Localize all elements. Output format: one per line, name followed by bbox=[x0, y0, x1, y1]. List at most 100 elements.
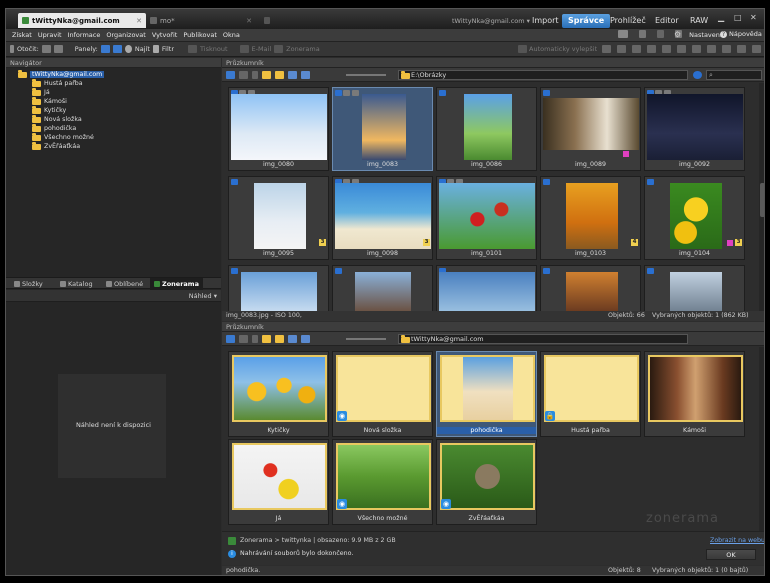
text-icon[interactable] bbox=[707, 45, 716, 53]
image-thumbnail[interactable]: 3 img_0104 bbox=[644, 176, 745, 260]
panel-right-icon[interactable] bbox=[112, 45, 122, 53]
image-thumbnail-partial[interactable] bbox=[228, 265, 329, 311]
zoom-slider[interactable] bbox=[346, 338, 386, 340]
view-mode-icon[interactable] bbox=[301, 71, 310, 79]
image-thumbnail-partial[interactable] bbox=[436, 265, 537, 311]
image-thumbnail[interactable]: 4 img_0103 bbox=[540, 176, 641, 260]
menu-windows[interactable]: Okna bbox=[223, 31, 240, 39]
zonerama-button[interactable]: Zonerama bbox=[286, 45, 320, 53]
tab-zonerama[interactable]: Zonerama bbox=[150, 278, 203, 290]
album-thumbnail[interactable]: Já bbox=[228, 439, 329, 525]
menu-get[interactable]: Získat bbox=[12, 31, 32, 39]
settings-button[interactable]: ⚙ Nastavení bbox=[674, 30, 722, 39]
minimize-button[interactable]: ▁ bbox=[718, 13, 724, 22]
close-icon[interactable]: ✕ bbox=[246, 17, 252, 25]
tree-folder-kamosi[interactable]: Kámoši bbox=[32, 96, 67, 106]
tree-folder-vsechno-mozne[interactable]: Všechno možné bbox=[32, 132, 94, 142]
album-thumbnail[interactable]: Kytičky bbox=[228, 351, 329, 437]
back-icon[interactable] bbox=[226, 335, 235, 343]
explorer-top-path[interactable]: E:\Obrázky bbox=[398, 70, 688, 80]
menu-create[interactable]: Vytvořit bbox=[152, 31, 178, 39]
levels-icon[interactable] bbox=[632, 45, 641, 53]
show-on-web-link[interactable]: Zobrazit na webu bbox=[710, 537, 764, 544]
image-thumbnail[interactable]: img_0101 bbox=[436, 176, 537, 260]
explorer-top-scrollbar[interactable] bbox=[759, 83, 764, 311]
tree-folder-husta-parba[interactable]: Hustá pařba bbox=[32, 78, 83, 88]
new-folder-icon[interactable] bbox=[275, 71, 284, 79]
tree-root-account[interactable]: tWittyNka@gmail.com bbox=[18, 69, 105, 79]
help-button[interactable]: ? Nápověda bbox=[720, 30, 762, 38]
album-thumbnail[interactable]: ◉ ZvĚřáaťkáa bbox=[436, 439, 537, 525]
print-button[interactable]: Tisknout bbox=[200, 45, 228, 53]
mode-tab-viewer[interactable]: Prohlížeč bbox=[604, 14, 652, 28]
refresh-icon[interactable] bbox=[693, 71, 702, 79]
color-icon[interactable] bbox=[647, 45, 656, 53]
tree-folder-kyticky[interactable]: Kytičky bbox=[32, 105, 66, 115]
document-tab-account[interactable]: tWittyNka@gmail.com ✕ bbox=[18, 13, 146, 28]
tree-folder-nova-slozka[interactable]: Nová složka bbox=[32, 114, 82, 124]
rotate-right-icon[interactable] bbox=[53, 45, 63, 53]
image-thumbnail-partial[interactable] bbox=[540, 265, 641, 311]
ok-button[interactable]: OK bbox=[706, 549, 756, 560]
tree-folder-pohodicka[interactable]: pohodička bbox=[32, 123, 76, 133]
menu-publish[interactable]: Publikovat bbox=[183, 31, 217, 39]
tab-catalog[interactable]: Katalog bbox=[56, 278, 97, 290]
forward-icon[interactable] bbox=[239, 335, 248, 343]
tab-favorites[interactable]: Oblíbené bbox=[102, 278, 147, 290]
search-input[interactable]: ⌕ bbox=[706, 70, 762, 80]
find-button[interactable]: Najít bbox=[135, 45, 150, 53]
monitor-icon[interactable] bbox=[618, 30, 628, 38]
filter-icon[interactable] bbox=[152, 45, 159, 53]
album-thumbnail[interactable]: ◉ Nová složka bbox=[332, 351, 433, 437]
new-folder-icon[interactable] bbox=[275, 335, 284, 343]
back-icon[interactable] bbox=[226, 71, 235, 79]
up-icon[interactable] bbox=[252, 335, 258, 343]
tree-folder-zviratka[interactable]: ZvĚřáaťkáa bbox=[32, 141, 80, 151]
redeye-icon[interactable] bbox=[692, 45, 701, 53]
edit-icon[interactable] bbox=[602, 45, 611, 53]
grid-icon[interactable] bbox=[657, 30, 664, 38]
image-thumbnail[interactable]: img_0089 bbox=[540, 87, 641, 171]
album-thumbnail-selected[interactable]: pohodička bbox=[436, 351, 537, 437]
effects-icon[interactable] bbox=[737, 45, 746, 53]
sharpen-icon[interactable] bbox=[677, 45, 686, 53]
image-thumbnail[interactable]: img_0086 bbox=[436, 87, 537, 171]
mode-tab-editor[interactable]: Editor bbox=[649, 14, 685, 28]
image-thumbnail[interactable]: 3 img_0098 bbox=[332, 176, 433, 260]
folder-up-icon[interactable] bbox=[262, 71, 271, 79]
frame-icon[interactable] bbox=[722, 45, 731, 53]
view-mode-icon[interactable] bbox=[301, 335, 310, 343]
sort-icon[interactable] bbox=[288, 71, 297, 79]
account-selector[interactable]: tWittyNka@gmail.com ▾ bbox=[446, 14, 536, 28]
more-icon[interactable] bbox=[752, 45, 761, 53]
menu-edit[interactable]: Upravit bbox=[38, 31, 62, 39]
tab-folders[interactable]: Složky bbox=[10, 278, 47, 290]
scrollbar-thumb[interactable] bbox=[760, 183, 764, 217]
menu-organize[interactable]: Organizovat bbox=[106, 31, 145, 39]
image-thumbnail[interactable]: 3 img_0095 bbox=[228, 176, 329, 260]
explorer-bottom-path[interactable]: tWittyNka@gmail.com bbox=[398, 334, 688, 344]
maximize-button[interactable]: □ bbox=[734, 13, 742, 22]
find-icon[interactable] bbox=[124, 45, 132, 53]
folder-up-icon[interactable] bbox=[262, 335, 271, 343]
panel-left-icon[interactable] bbox=[100, 45, 110, 53]
tree-folder-ja[interactable]: Já bbox=[32, 87, 50, 97]
menu-info[interactable]: Informace bbox=[68, 31, 101, 39]
mode-tab-raw[interactable]: RAW bbox=[684, 14, 714, 28]
explorer-bottom-scrollbar[interactable] bbox=[759, 347, 764, 531]
sort-icon[interactable] bbox=[288, 335, 297, 343]
image-thumbnail[interactable]: img_0080 bbox=[228, 87, 329, 171]
autofix-button[interactable]: Automaticky vylepšit bbox=[518, 45, 597, 53]
album-thumbnail[interactable]: 🔒 Hustá pařba bbox=[540, 351, 641, 437]
image-thumbnail[interactable]: img_0092 bbox=[644, 87, 745, 171]
image-thumbnail-partial[interactable] bbox=[644, 265, 745, 311]
album-thumbnail[interactable]: Kámoši bbox=[644, 351, 745, 437]
close-window-button[interactable]: ✕ bbox=[750, 13, 757, 22]
image-thumbnail-partial[interactable] bbox=[332, 265, 433, 311]
mode-tab-manager[interactable]: Správce bbox=[562, 14, 611, 28]
rotate-left-icon[interactable] bbox=[41, 45, 51, 53]
document-icon[interactable] bbox=[639, 30, 646, 38]
email-button[interactable]: E-Mail bbox=[252, 45, 272, 53]
crop-icon[interactable] bbox=[617, 45, 626, 53]
up-icon[interactable] bbox=[252, 71, 258, 79]
